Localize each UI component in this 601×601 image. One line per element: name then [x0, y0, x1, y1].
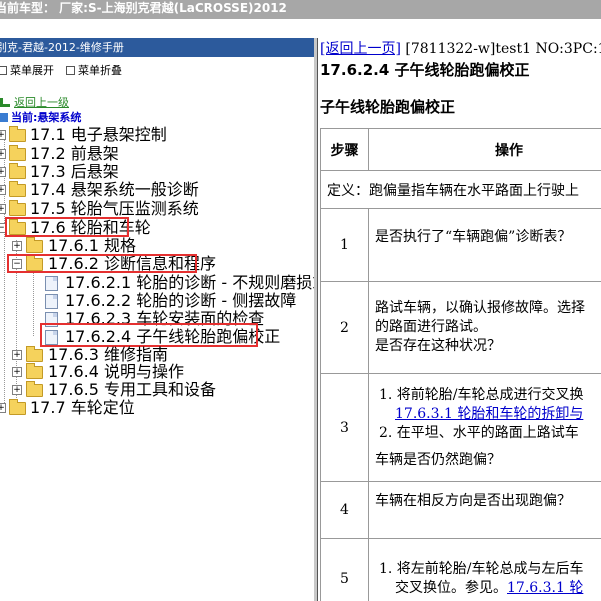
collapse-label: 菜单折叠: [78, 64, 122, 77]
manual-title: 别克-君越-2012-维修手册: [0, 41, 124, 54]
highlight-box: [5, 217, 129, 237]
table-row: 4 车辆在相反方向是否出现跑偏？: [320, 481, 601, 539]
title-bar: 当前车型： 厂家:S-上海别克君越(LaCROSSE)2012: [0, 0, 601, 19]
list-item-cont: 交叉换位。参见。: [395, 579, 507, 596]
procedure-link[interactable]: 17.6.3.1 轮胎和车轮的拆卸与: [375, 405, 601, 424]
folder-icon: [9, 163, 26, 179]
folder-icon: [26, 346, 43, 362]
tree-item-label: 17.6.4 说明与操作: [48, 362, 184, 381]
expand-icon: [0, 66, 7, 75]
folder-icon: [26, 237, 43, 253]
menu-controls: 菜单展开 菜单折叠: [0, 59, 314, 79]
procedure-link[interactable]: 17.6.3.1 轮: [507, 580, 583, 596]
step-number: 4: [320, 481, 369, 539]
expand-toggle-icon[interactable]: +: [12, 367, 22, 377]
expand-toggle-icon[interactable]: +: [12, 350, 22, 360]
step-number: 1: [320, 208, 369, 282]
tree-item-label: 17.5 轮胎气压监测系统: [30, 199, 199, 218]
collapse-menu-button[interactable]: 菜单折叠: [66, 62, 122, 78]
left-nav-pane: 别克-君越-2012-维修手册 菜单展开 菜单折叠 返回上一级 当前:悬架系统 …: [0, 38, 314, 601]
tree-item-label: 17.2 前悬架: [30, 144, 119, 163]
action-column-header: 操作: [368, 128, 601, 171]
document-icon: [45, 294, 58, 309]
folder-icon: [9, 181, 26, 197]
action-text: 车辆在相反方向是否出现跑偏？: [375, 493, 571, 509]
tree-item-label: 17.1 电子悬架控制: [30, 125, 167, 144]
table-row: 2 路试车辆，以确认报修故障。选择 的路面进行路试。 是否存在这种状况？: [320, 281, 601, 374]
expand-toggle-icon[interactable]: +: [12, 241, 22, 251]
action-text: 路试车辆，以确认报修故障。选择: [375, 300, 585, 316]
list-item: 1. 将前轮胎/车轮总成进行交叉换: [379, 386, 584, 403]
folder-icon: [9, 200, 26, 216]
tree-line: [33, 272, 34, 336]
highlight-box: [40, 323, 258, 347]
collapse-icon: [66, 66, 75, 75]
tree-item-label: 17.7 车轮定位: [30, 398, 135, 417]
expand-toggle-icon[interactable]: +: [0, 204, 6, 214]
page-subheading: 子午线轮胎跑偏校正: [320, 98, 456, 116]
table-row: 5 1. 将左前轮胎/车轮总成与左后车 交叉换位。参见。17.6.3.1 轮: [320, 538, 601, 601]
action-header-text: 操作: [495, 142, 523, 159]
step-number: 3: [320, 373, 369, 482]
folder-icon: [26, 381, 43, 397]
back-to-previous-page-link[interactable]: [返回上一页]: [320, 41, 401, 57]
step-number: 2: [320, 281, 369, 374]
current-marker-icon: [0, 113, 8, 122]
doc-info-text: [7811322-w]test1 NO:3PC:1: [405, 41, 601, 57]
list-item: 2. 在平坦、水平的路面上路试车: [379, 424, 579, 441]
table-row: 3 1. 将前轮胎/车轮总成进行交叉换 17.6.3.1 轮胎和车轮的拆卸与 2…: [320, 373, 601, 482]
definition-cell: 定义：跑偏量指车辆在水平路面上行驶上: [320, 170, 601, 209]
title-bar-text: 当前车型： 厂家:S-上海别克君越(LaCROSSE)2012: [0, 1, 287, 15]
tree-item-label: 17.6.1 规格: [48, 236, 136, 255]
manual-title-bar: 别克-君越-2012-维修手册: [0, 38, 314, 57]
folder-icon: [9, 126, 26, 142]
table-row: 1 是否执行了“车辆跑偏”诊断表？: [320, 208, 601, 282]
list-item: 1. 将左前轮胎/车轮总成与左后车: [379, 560, 584, 577]
tree-item-label: 17.3 后悬架: [30, 162, 119, 181]
tree-item-label: 17.6.5 专用工具和设备: [48, 380, 216, 399]
step-number: 5: [320, 538, 369, 601]
definition-row: 定义：跑偏量指车辆在水平路面上行驶上: [320, 170, 601, 209]
expand-toggle-icon[interactable]: +: [12, 385, 22, 395]
expand-toggle-icon[interactable]: +: [0, 130, 6, 140]
action-cell: 是否执行了“车辆跑偏”诊断表？: [368, 208, 601, 282]
folder-icon: [9, 399, 26, 415]
folder-icon: [26, 363, 43, 379]
action-cell: 1. 将前轮胎/车轮总成进行交叉换 17.6.3.1 轮胎和车轮的拆卸与 2. …: [368, 373, 601, 482]
tree-item-label: 17.6.2.2 轮胎的诊断 - 侧摆故障: [65, 291, 297, 310]
action-cell: 车辆在相反方向是否出现跑偏？: [368, 481, 601, 539]
action-cell: 路试车辆，以确认报修故障。选择 的路面进行路试。 是否存在这种状况？: [368, 281, 601, 374]
expand-toggle-icon[interactable]: +: [0, 403, 6, 413]
step-column-header: 步骤: [320, 128, 369, 171]
action-text: 的路面进行路试。: [375, 319, 487, 335]
tree-item-label: 17.4 悬架系统一般诊断: [30, 180, 199, 199]
expand-menu-button[interactable]: 菜单展开: [0, 62, 54, 78]
action-cell: 1. 将左前轮胎/车轮总成与左后车 交叉换位。参见。17.6.3.1 轮: [368, 538, 601, 601]
doc-nav-line: [返回上一页] [7811322-w]test1 NO:3PC:1: [320, 38, 601, 58]
page-heading: 17.6.2.4 子午线轮胎跑偏校正: [320, 61, 530, 79]
action-text: 是否执行了“车辆跑偏”诊断表？: [375, 229, 572, 245]
highlight-box: [7, 254, 197, 273]
tree-item-label: 17.6.2.1 轮胎的诊断 - 不规则磨损或过早磨: [65, 273, 314, 292]
action-text: 是否存在这种状况？: [375, 338, 501, 354]
expand-label: 菜单展开: [10, 64, 54, 77]
toolbar-gap: [0, 19, 601, 38]
folder-icon: [9, 145, 26, 161]
table-header-row: 步骤 操作: [320, 128, 601, 171]
content-pane: [返回上一页] [7811322-w]test1 NO:3PC:1 17.6.2…: [318, 38, 601, 601]
document-icon: [45, 276, 58, 291]
expand-toggle-icon[interactable]: +: [0, 167, 6, 177]
expand-toggle-icon[interactable]: +: [0, 185, 6, 195]
back-arrow-icon: [0, 98, 10, 107]
expand-toggle-icon[interactable]: +: [0, 149, 6, 159]
action-text: 车辆是否仍然跑偏？: [375, 451, 501, 468]
procedure-table: 步骤 操作 定义：跑偏量指车辆在水平路面上行驶上 1 是否执行了“车辆跑偏”诊断…: [320, 128, 601, 601]
